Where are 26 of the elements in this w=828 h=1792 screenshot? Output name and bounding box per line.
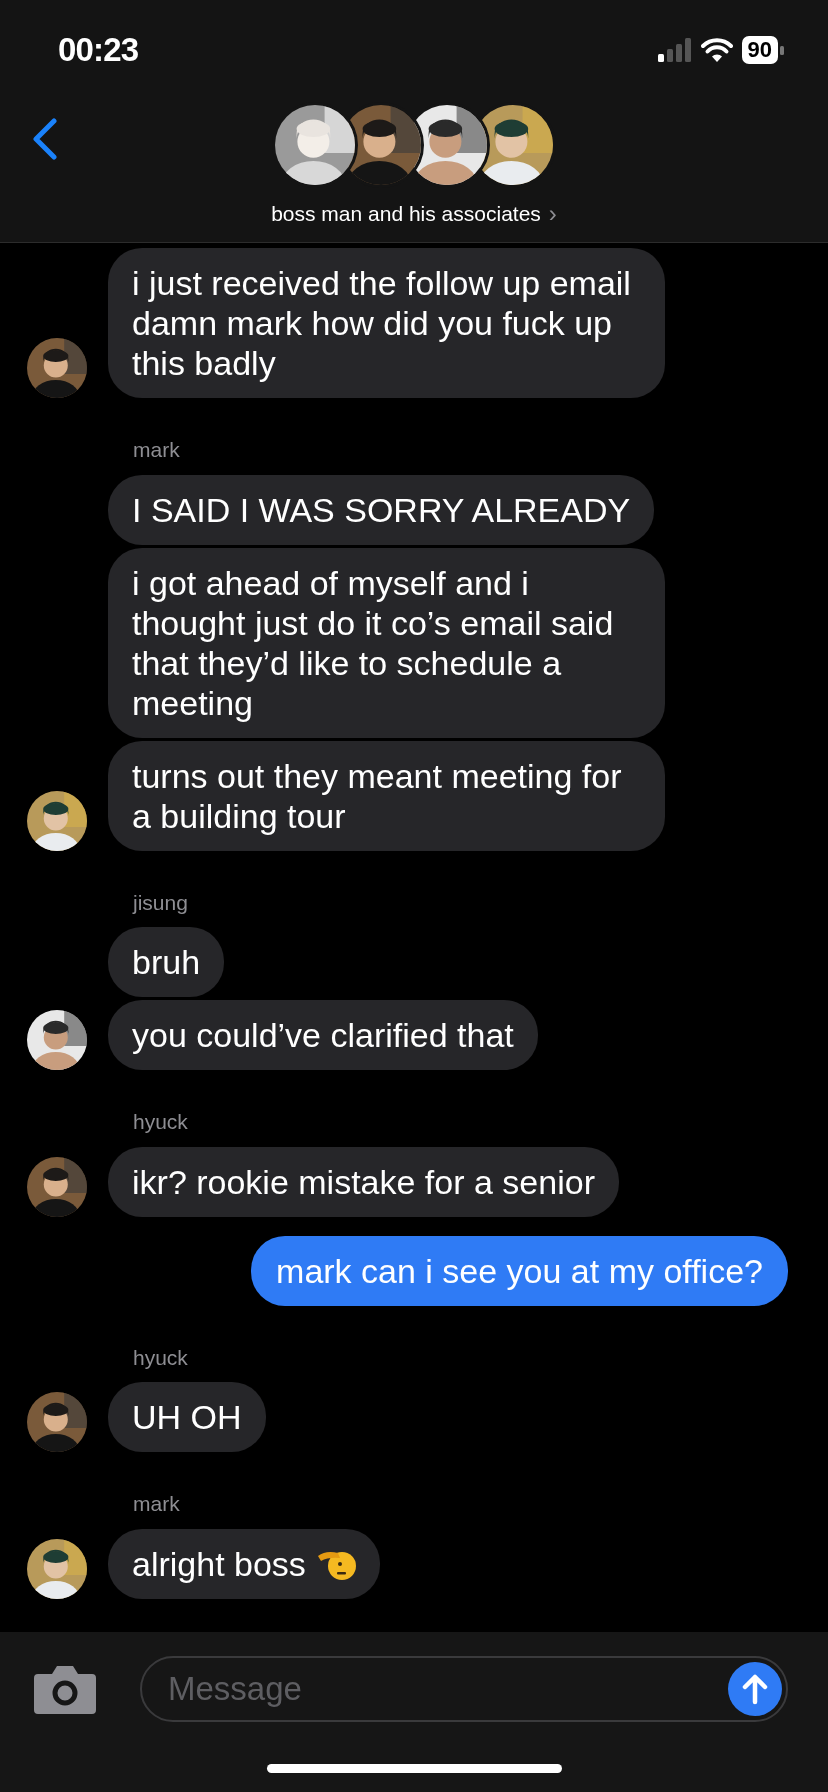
received-message-bubble: i got ahead of myself and i thought just do it co’s email said that they’d like to schedule a meeting <box>108 547 665 738</box>
sender-name: mark <box>133 1491 181 1517</box>
message-field[interactable]: Message <box>140 1656 788 1722</box>
received-message-bubble: UH OH <box>108 1382 266 1452</box>
received-message-bubble: i just received the follow up email damn mark how did you fuck up this badly <box>108 248 665 398</box>
sent-message-bubble: mark can i see you at my office? <box>251 1235 788 1306</box>
received-message-bubble: I SAID I WAS SORRY ALREADY <box>108 474 655 545</box>
battery-tip-icon <box>780 45 784 55</box>
battery-level: 90 <box>741 36 778 64</box>
signal-icon <box>657 38 692 62</box>
sender-name: jisung <box>133 889 189 916</box>
sender-name: mark <box>133 437 181 463</box>
sender-name: hyuck <box>133 1344 189 1371</box>
received-message-bubble: alright boss <box>108 1528 380 1599</box>
camera-icon[interactable] <box>34 1664 96 1714</box>
received-message-bubble: ikr? rookie mistake for a senior <box>108 1146 619 1217</box>
sender-name: hyuck <box>133 1109 189 1135</box>
back-icon[interactable] <box>32 118 58 160</box>
received-message-bubble: you could’ve clarified that <box>108 1000 538 1070</box>
received-message-bubble: bruh <box>108 927 225 997</box>
conversation-title[interactable]: boss man and his associates <box>271 198 541 230</box>
wifi-icon <box>700 38 733 62</box>
clock-time: 00:23 <box>58 30 139 71</box>
send-button[interactable] <box>728 1662 782 1716</box>
received-message-bubble: turns out they meant meeting for a building tour <box>108 740 665 851</box>
chevron[interactable]: › <box>548 201 557 226</box>
